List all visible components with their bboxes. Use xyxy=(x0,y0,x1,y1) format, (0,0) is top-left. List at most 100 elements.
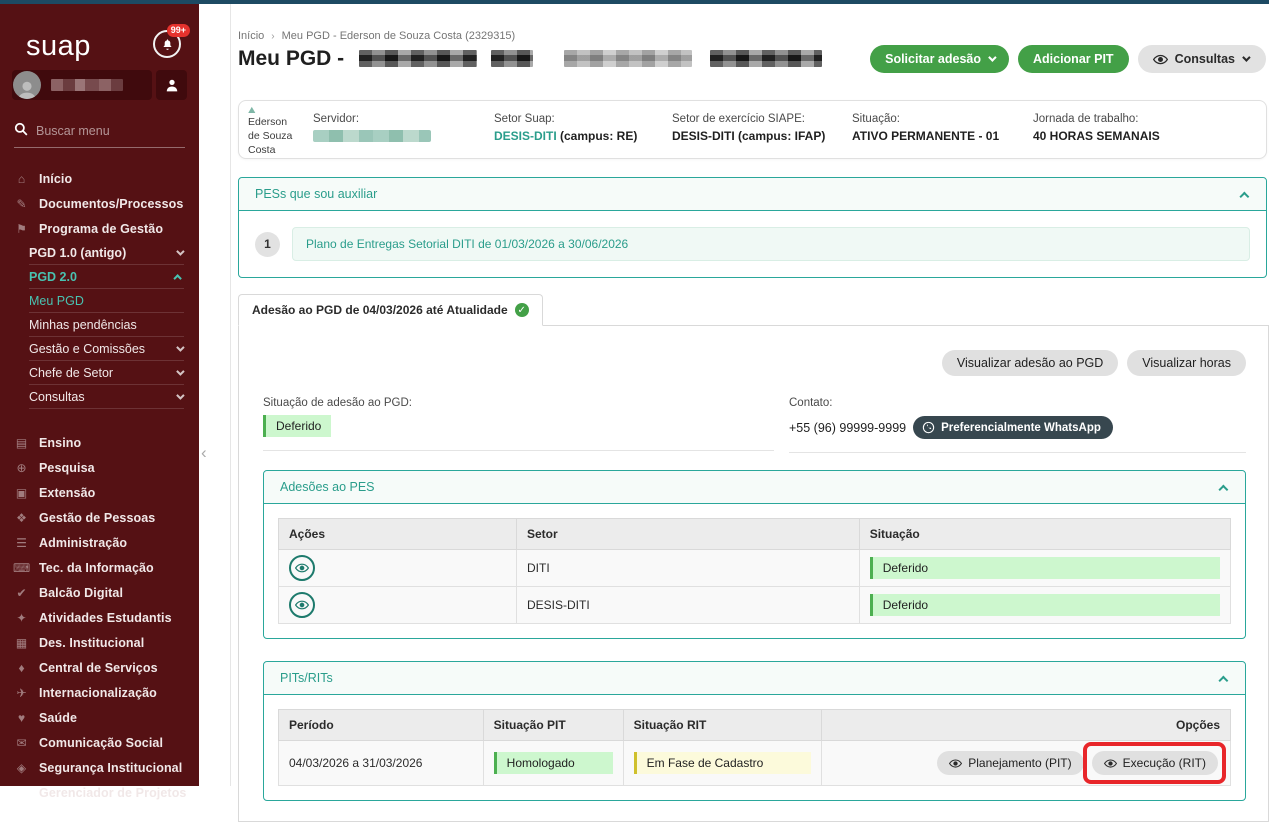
home-icon: ⌂ xyxy=(13,172,30,186)
list-icon: ☰ xyxy=(13,536,30,550)
notifications-button[interactable]: 99+ xyxy=(153,30,181,58)
user-menu-button[interactable] xyxy=(156,70,187,100)
chevron-down-icon xyxy=(176,391,184,399)
col-header-situacao-rit: Situação RIT xyxy=(623,710,821,741)
pits-rits-panel: PITs/RITs Período Situação PIT Situação … xyxy=(263,661,1246,801)
eye-icon xyxy=(1153,54,1168,65)
consultas-button[interactable]: Consultas xyxy=(1138,45,1266,73)
chevron-up-icon xyxy=(1218,675,1228,685)
visualizar-adesao-button[interactable]: Visualizar adesão ao PGD xyxy=(942,350,1118,376)
sidebar-item-inicio[interactable]: ⌂Início xyxy=(0,166,199,191)
main-content: Início › Meu PGD - Ederson de Souza Cost… xyxy=(230,4,1269,786)
chevron-down-icon xyxy=(176,247,184,255)
chevron-down-icon xyxy=(176,343,184,351)
sidebar-item-meu-pgd[interactable]: Meu PGD xyxy=(29,289,184,313)
sidebar-menu: ⌂Início ✎Documentos/Processos ⚑Programa … xyxy=(0,166,199,805)
breadcrumb-current: Meu PGD - Ederson de Souza Costa (232931… xyxy=(282,30,516,42)
table-row: DITI Deferido xyxy=(279,550,1231,587)
planejamento-pit-button[interactable]: Planejamento (PIT) xyxy=(937,751,1083,775)
setor-suap-link[interactable]: DESIS-DITI xyxy=(494,129,557,143)
pits-rits-panel-header[interactable]: PITs/RITs xyxy=(264,662,1245,695)
execucao-rit-button[interactable]: Execução (RIT) xyxy=(1092,751,1218,775)
col-header-situacao: Situação xyxy=(859,519,1230,550)
sidebar-item-minhas-pendencias[interactable]: Minhas pendências xyxy=(29,313,184,337)
sidebar-item-central-servicos[interactable]: ♦Central de Serviços xyxy=(0,655,199,680)
item-index-badge: 1 xyxy=(255,232,280,257)
table-row: 04/03/2026 a 31/03/2026 Homologado Em Fa… xyxy=(279,741,1231,786)
sidebar-item-comunicacao-social[interactable]: ✉Comunicação Social xyxy=(0,730,199,755)
redacted-title-segment xyxy=(359,50,477,67)
view-adesao-button[interactable] xyxy=(289,592,315,618)
sidebar-item-gestao-pessoas[interactable]: ❖Gestão de Pessoas xyxy=(0,505,199,530)
sidebar-item-ensino[interactable]: ▤Ensino xyxy=(0,430,199,455)
sidebar-item-pgd2[interactable]: PGD 2.0 xyxy=(29,265,184,289)
sidebar: suap 99+ ⌂Início ✎Documentos/Processos xyxy=(0,0,199,786)
top-accent-strip xyxy=(0,0,1269,4)
adesoes-pes-panel-header[interactable]: Adesões ao PES xyxy=(264,471,1245,504)
field-jornada: Jornada de trabalho: 40 HORAS SEMANAIS xyxy=(1033,113,1160,143)
broken-image-icon: ⛰ xyxy=(248,106,300,115)
plane-icon: ✈ xyxy=(13,686,30,700)
col-header-setor: Setor xyxy=(517,519,860,550)
sidebar-item-atividades-estudantis[interactable]: ✦Atividades Estudantis xyxy=(0,605,199,630)
sidebar-item-documentos[interactable]: ✎Documentos/Processos xyxy=(0,191,199,216)
col-header-situacao-pit: Situação PIT xyxy=(483,710,623,741)
chevron-up-icon xyxy=(1239,191,1249,201)
view-adesao-button[interactable] xyxy=(289,555,315,581)
sidebar-item-pesquisa[interactable]: ⊕Pesquisa xyxy=(0,455,199,480)
visualizar-horas-button[interactable]: Visualizar horas xyxy=(1127,350,1246,376)
person-icon xyxy=(165,78,179,92)
sidebar-item-saude[interactable]: ♥Saúde xyxy=(0,705,199,730)
status-badge-homologado: Homologado xyxy=(494,752,613,774)
chevron-up-icon xyxy=(173,274,181,282)
bell-icon xyxy=(161,38,174,51)
heart-icon: ♥ xyxy=(13,711,30,725)
sidebar-item-balcao-digital[interactable]: ✔Balcão Digital xyxy=(0,580,199,605)
adesoes-pes-panel: Adesões ao PES Ações Setor Situação xyxy=(263,470,1246,639)
suap-logo: suap xyxy=(26,30,91,62)
situacao-adesao-block: Situação de adesão ao PGD: Deferido xyxy=(263,397,774,453)
program-icon: ⚑ xyxy=(13,222,30,236)
sidebar-collapse-handle[interactable]: ‹ xyxy=(201,443,207,463)
col-header-periodo: Período xyxy=(279,710,484,741)
sidebar-item-internacionalizacao[interactable]: ✈Internacionalização xyxy=(0,680,199,705)
panel-title: PITs/RITs xyxy=(280,671,333,685)
sidebar-item-des-institucional[interactable]: ▦Des. Institucional xyxy=(0,630,199,655)
sidebar-item-gestao-comissoes[interactable]: Gestão e Comissões xyxy=(29,337,184,361)
eye-icon xyxy=(949,759,962,768)
tab-adesao-pgd[interactable]: Adesão ao PGD de 04/03/2026 até Atualida… xyxy=(238,294,543,326)
solicitar-adesao-button[interactable]: Solicitar adesão xyxy=(870,45,1009,73)
sidebar-item-tec-informacao[interactable]: ⌨Tec. da Informação xyxy=(0,555,199,580)
sidebar-item-seguranca-institucional[interactable]: ◈Segurança Institucional xyxy=(0,755,199,780)
status-badge-deferido: Deferido xyxy=(870,594,1220,616)
research-icon: ⊕ xyxy=(13,461,30,475)
breadcrumb-home[interactable]: Início xyxy=(238,30,264,42)
sidebar-item-administracao[interactable]: ☰Administração xyxy=(0,530,199,555)
panel-title: Adesões ao PES xyxy=(280,480,375,494)
pes-auxiliar-panel-header[interactable]: PESs que sou auxiliar xyxy=(239,178,1266,211)
page-title: Meu PGD - xyxy=(238,47,344,71)
sidebar-item-programa-gestao[interactable]: ⚑Programa de Gestão xyxy=(0,216,199,241)
adesoes-pes-table: Ações Setor Situação DITI Deferido xyxy=(278,518,1231,624)
avatar xyxy=(13,71,41,99)
adicionar-pit-button[interactable]: Adicionar PIT xyxy=(1018,45,1129,73)
contato-phone: +55 (96) 99999-9999 xyxy=(789,421,906,435)
check-circle-icon: ✓ xyxy=(515,303,529,317)
sidebar-item-consultas[interactable]: Consultas xyxy=(29,385,184,409)
chevron-down-icon xyxy=(988,53,996,61)
shield-icon: ◈ xyxy=(13,761,30,775)
sidebar-item-pgd1[interactable]: PGD 1.0 (antigo) xyxy=(29,241,184,265)
tools-icon: ⚒ xyxy=(13,786,30,800)
search-input[interactable] xyxy=(14,124,185,138)
sidebar-item-extensao[interactable]: ▣Extensão xyxy=(0,480,199,505)
sidebar-item-chefe-setor[interactable]: Chefe de Setor xyxy=(29,361,184,385)
briefcase-icon: ▣ xyxy=(13,486,30,500)
pes-plan-link[interactable]: Plano de Entregas Setorial DITI de 01/03… xyxy=(292,227,1250,261)
chevron-down-icon xyxy=(1242,53,1250,61)
profile-name-button[interactable] xyxy=(12,70,152,100)
notification-count-badge: 99+ xyxy=(167,24,190,37)
contato-block: Contato: +55 (96) 99999-9999 Preferencia… xyxy=(789,397,1246,453)
panel-title: PESs que sou auxiliar xyxy=(255,187,377,201)
sidebar-item-gerenciador-projetos[interactable]: ⚒Gerenciador de Projetos xyxy=(0,780,199,805)
redacted-user-name xyxy=(51,79,123,91)
